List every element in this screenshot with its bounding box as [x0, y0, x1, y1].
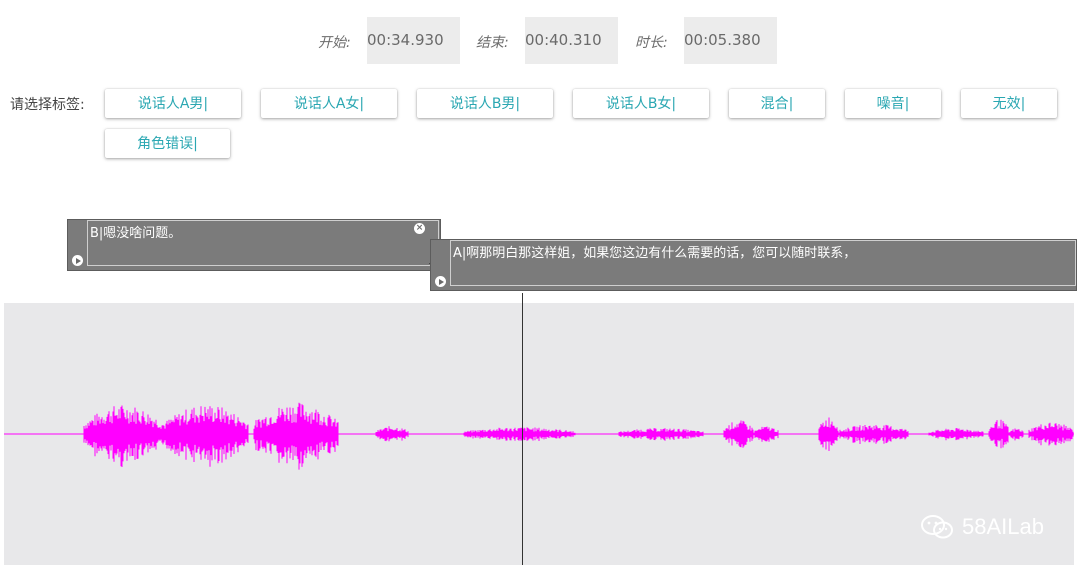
watermark-text: 58AILab: [962, 514, 1044, 539]
playhead-cursor[interactable]: [522, 293, 523, 565]
watermark: 58AILab: [920, 514, 1044, 540]
tag-invalid-button[interactable]: 无效|: [961, 89, 1057, 118]
start-time-value: 00:34.930: [367, 31, 444, 49]
duration-label: 时长:: [635, 35, 668, 51]
tag-speaker-b-female-button[interactable]: 说话人B女|: [573, 89, 709, 118]
tag-mixed-button[interactable]: 混合|: [729, 89, 825, 118]
start-time-field: 00:34.930: [367, 17, 460, 64]
tag-speaker-b-male-button[interactable]: 说话人B男|: [417, 89, 553, 118]
play-icon[interactable]: [72, 255, 83, 266]
segment-b[interactable]: ×: [67, 219, 441, 271]
tag-select-label: 请选择标签:: [10, 97, 85, 113]
duration-field: 00:05.380: [684, 17, 777, 64]
play-icon[interactable]: [435, 276, 446, 287]
time-info-row: 开始: 00:34.930 结束: 00:40.310 时长: 00:05.38…: [0, 17, 1080, 64]
duration-value: 00:05.380: [684, 31, 761, 49]
segment-b-text[interactable]: [87, 220, 439, 266]
end-time-value: 00:40.310: [525, 31, 602, 49]
start-label: 开始:: [318, 35, 351, 51]
tag-speaker-a-male-button[interactable]: 说话人A男|: [105, 89, 241, 118]
tag-noise-button[interactable]: 噪音|: [845, 89, 941, 118]
wechat-icon: [921, 515, 954, 539]
tag-speaker-a-female-button[interactable]: 说话人A女|: [261, 89, 397, 118]
tag-role-error-button[interactable]: 角色错误|: [105, 129, 230, 158]
waveform-area[interactable]: [4, 303, 1074, 565]
waveform-svg: [4, 402, 1074, 470]
segment-a[interactable]: [430, 239, 1077, 291]
segment-a-text[interactable]: [450, 240, 1076, 286]
close-icon[interactable]: ×: [414, 223, 425, 234]
end-time-field: 00:40.310: [525, 17, 618, 64]
end-label: 结束:: [476, 35, 509, 51]
